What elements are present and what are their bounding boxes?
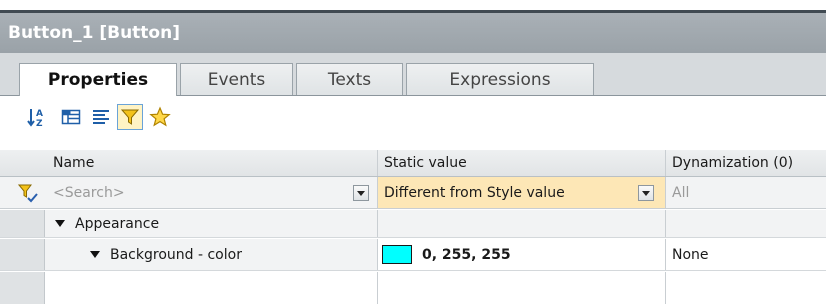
- filter-row-icon: [18, 177, 45, 208]
- properties-grid: Name Static value Dynamization (0) <Sear…: [0, 150, 826, 304]
- dynamization-filter[interactable]: All: [666, 177, 826, 208]
- static-value-filter-select[interactable]: Different from Style value: [378, 177, 666, 208]
- tab-texts[interactable]: Texts: [296, 63, 403, 95]
- column-header-dynamization-label: Dynamization (0): [672, 155, 794, 171]
- header-spacer: [0, 150, 45, 176]
- tab-events[interactable]: Events: [180, 63, 293, 95]
- grid-header: Name Static value Dynamization (0): [0, 150, 826, 177]
- window-title: Button_1 [Button]: [8, 23, 180, 43]
- tab-properties[interactable]: Properties: [19, 63, 177, 96]
- static-filter-dropdown-button[interactable]: [638, 185, 654, 201]
- filter-icon[interactable]: [117, 104, 143, 130]
- table-row[interactable]: Appearance: [0, 210, 826, 238]
- dynamization-cell[interactable]: None: [666, 239, 826, 270]
- column-header-static-value[interactable]: Static value: [378, 150, 666, 176]
- tab-strip: Properties Events Texts Expressions: [0, 53, 826, 96]
- group-categories-icon[interactable]: [58, 104, 84, 130]
- svg-text:A: A: [36, 109, 43, 119]
- tab-expressions-label: Expressions: [449, 69, 551, 90]
- empty-cell: [45, 272, 378, 304]
- dynamization-filter-label: All: [672, 184, 690, 201]
- empty-row: [0, 272, 826, 304]
- expand-triangle-icon: [90, 250, 100, 258]
- window-title-bar: Button_1 [Button]: [0, 13, 826, 53]
- property-name: Background - color: [110, 246, 242, 263]
- property-name-cell[interactable]: Appearance: [45, 210, 378, 237]
- svg-text:Z: Z: [36, 119, 43, 128]
- tab-texts-label: Texts: [327, 69, 372, 90]
- chevron-down-icon: [642, 190, 650, 196]
- search-dropdown-button[interactable]: [353, 185, 369, 201]
- static-value-cell[interactable]: 0, 255, 255: [378, 239, 666, 270]
- empty-cell: [378, 272, 666, 304]
- property-name-cell[interactable]: Background - color: [45, 239, 378, 270]
- tab-expressions[interactable]: Expressions: [406, 63, 594, 95]
- row-header: [0, 239, 45, 270]
- tab-properties-label: Properties: [47, 70, 149, 90]
- search-placeholder: <Search>: [53, 184, 125, 201]
- table-row[interactable]: Background - color 0, 255, 255 None: [0, 239, 826, 271]
- expand-triangle-icon: [55, 219, 65, 227]
- static-value-filter-label: Different from Style value: [384, 184, 565, 201]
- chevron-down-icon: [357, 190, 365, 196]
- list-view-icon[interactable]: [88, 104, 114, 130]
- row-header: [0, 272, 45, 304]
- color-value: 0, 255, 255: [422, 246, 511, 263]
- column-header-name-label: Name: [53, 155, 95, 171]
- row-header: [0, 210, 45, 237]
- column-header-name[interactable]: Name: [45, 150, 378, 176]
- property-toolbar: A Z: [0, 96, 826, 140]
- tab-events-label: Events: [207, 69, 266, 90]
- sort-alphabetical-icon[interactable]: A Z: [24, 104, 50, 130]
- dynamization-value: None: [672, 246, 709, 263]
- column-header-dynamization[interactable]: Dynamization (0): [666, 150, 826, 176]
- top-margin: [0, 0, 826, 10]
- static-value-cell: [378, 210, 666, 237]
- column-header-static-value-label: Static value: [384, 155, 467, 171]
- filter-row: <Search> Different from Style value All: [0, 177, 826, 209]
- search-input[interactable]: <Search>: [45, 177, 378, 208]
- property-name: Appearance: [75, 215, 160, 232]
- dynamization-cell: [666, 210, 826, 237]
- color-swatch[interactable]: [382, 245, 412, 264]
- favorites-star-icon[interactable]: [147, 104, 173, 130]
